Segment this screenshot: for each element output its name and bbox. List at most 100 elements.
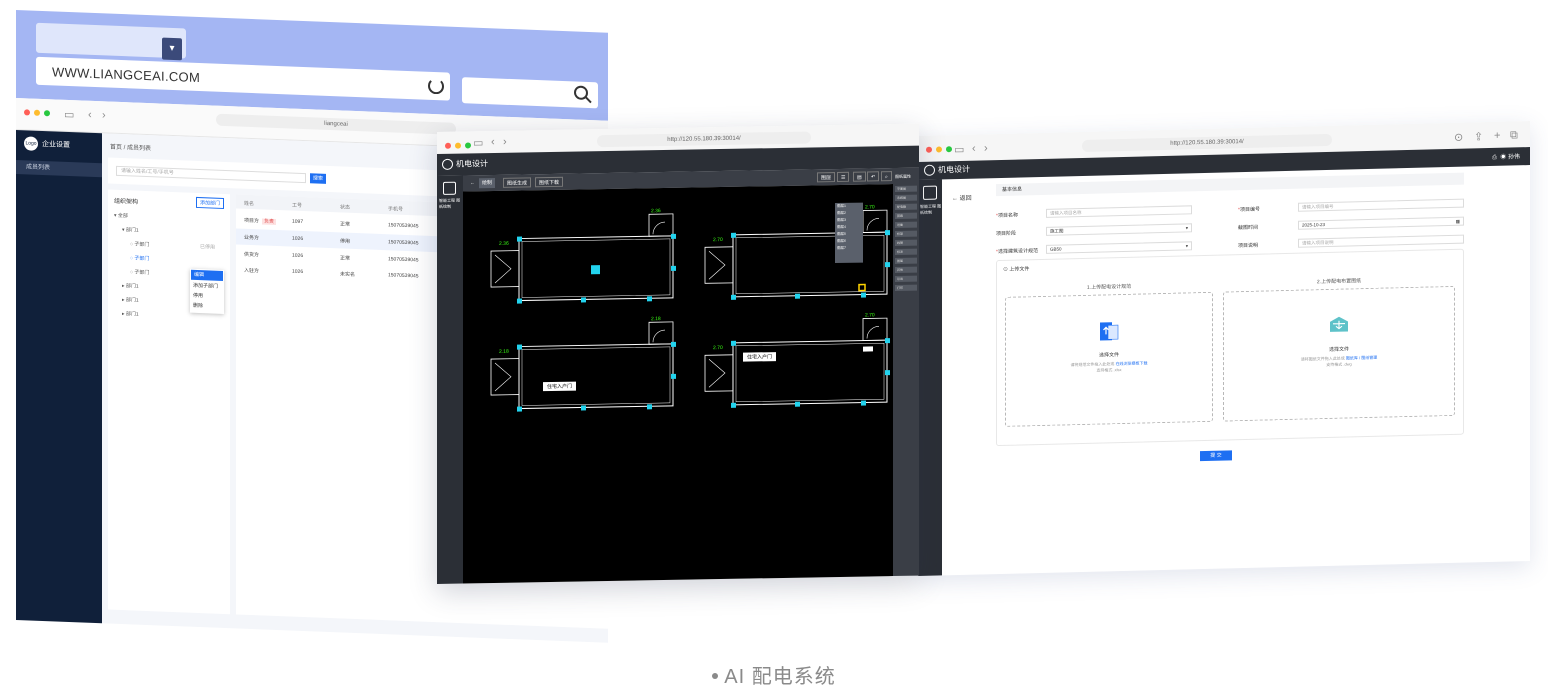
panel-item[interactable]: 导出 [895, 275, 917, 283]
minimize-dot[interactable] [34, 109, 40, 116]
undo-icon[interactable]: ↶ [867, 171, 880, 182]
tree-node[interactable]: ▾ 全部 [114, 212, 128, 220]
back-button[interactable]: ← 返回 [952, 193, 972, 202]
submit-button[interactable]: 提 交 [1200, 450, 1232, 462]
grid-icon[interactable]: ▤ [853, 171, 866, 182]
back-icon[interactable]: ‹ [972, 143, 976, 155]
sidebar: 智能工程 图纸绘制 [918, 179, 942, 576]
tabs-icon[interactable]: ⧉ [1510, 129, 1518, 142]
table-row[interactable]: 入驻方 [244, 267, 259, 275]
maximize-dot[interactable] [44, 110, 50, 117]
cell-id: 1097 [292, 218, 304, 226]
stair-block [648, 213, 674, 237]
project-desc-input[interactable]: 请输入项目说明 [1298, 234, 1464, 248]
node-marker [517, 344, 522, 350]
forward-icon[interactable]: › [984, 142, 988, 154]
minimize-dot[interactable] [936, 146, 942, 153]
panel-item[interactable]: 其他 [895, 266, 917, 274]
panel-item[interactable]: 设备 [895, 221, 917, 229]
date-picker[interactable]: 2025-10-23 ▦ [1298, 216, 1464, 230]
table-row[interactable]: 项目方 负责 [244, 217, 277, 225]
refresh-icon[interactable] [428, 77, 444, 95]
list-icon[interactable]: ☰ [837, 171, 850, 183]
search-icon[interactable] [574, 85, 588, 100]
back-icon[interactable]: ‹ [88, 109, 92, 121]
panel-item[interactable]: 线管 [895, 239, 917, 247]
maximize-dot[interactable] [465, 142, 471, 149]
tab-url[interactable]: http://120.55.180.39:30014/ [1082, 133, 1332, 152]
home-icon[interactable] [443, 181, 456, 195]
close-dot[interactable] [24, 109, 30, 116]
user-menu[interactable]: ⎙ ◉ 孙伟 [1492, 151, 1520, 162]
tree-node[interactable]: ▸ 部门1 [122, 282, 139, 290]
room-tag[interactable]: 住宅入户门 [743, 352, 777, 362]
close-dot[interactable] [926, 146, 932, 153]
menu-item-edit[interactable]: 编辑 [191, 269, 223, 281]
sidebar-toggle-icon[interactable]: ▭ [64, 108, 74, 121]
project-name-input[interactable]: 请输入项目名称 [1046, 205, 1192, 218]
layer-item[interactable]: 图层7 [835, 245, 863, 252]
tree-node[interactable]: ▾ 部门1 [122, 226, 139, 234]
home-icon[interactable] [923, 185, 937, 200]
panel-item[interactable]: 图层 [895, 257, 917, 265]
panel-item[interactable]: 标注 [895, 248, 917, 256]
tab-url[interactable]: http://120.55.180.39:30014/ [597, 131, 811, 148]
upload-drawing-dropzone[interactable]: 2.上传配电布置图纸 选择文件 请将图纸文件拖入此处或 图纸库 / 图纸管理 支持… [1223, 278, 1455, 422]
node-marker [581, 297, 586, 303]
search-button[interactable]: 搜索 [310, 173, 326, 184]
project-code-input[interactable]: 请输入项目编号 [1298, 198, 1464, 212]
sidebar-toggle-icon[interactable]: ▭ [473, 136, 483, 149]
close-dot[interactable] [445, 142, 451, 149]
new-tab-icon[interactable]: + [1494, 130, 1500, 142]
logo-icon [442, 158, 453, 170]
chevron-down-icon[interactable]: ▾ [162, 37, 182, 61]
tool-generate[interactable]: 图纸生成 [503, 177, 532, 188]
sidebar-item-members[interactable]: 成员列表 [16, 160, 102, 178]
panel-item[interactable]: 打印 [895, 284, 917, 292]
panel-item[interactable]: 平面图 [895, 185, 917, 193]
download-icon[interactable]: ⊙ [1454, 131, 1463, 144]
cad-canvas[interactable]: 2.36 2.36 2.70 2.70 2.18 2.18 2.70 2.70 图层1 图层2… [463, 184, 893, 584]
sidebar-toggle-icon[interactable]: ▭ [954, 143, 964, 156]
layer-button[interactable]: 图层 [817, 172, 836, 183]
table-row[interactable]: 业务方 [244, 234, 259, 242]
forward-icon[interactable]: › [503, 136, 507, 148]
tree-node[interactable]: ▸ 部门1 [122, 310, 139, 318]
panel-item[interactable]: 系统图 [895, 194, 917, 202]
tree-node[interactable]: ◌ 子部门 [130, 268, 149, 276]
back-arrow-icon[interactable]: ← [467, 178, 478, 188]
cad-drawing[interactable]: 2.36 2.36 2.70 2.70 2.18 2.18 2.70 2.70 [463, 184, 893, 584]
door-block [704, 354, 734, 392]
upload-standard-dropzone[interactable]: 1.上传配电设计规范 选择文件 请将规范文件拖入此处或 在线浏览模板下载 支持格式… [1005, 284, 1213, 427]
panel-item[interactable]: 桥架 [895, 230, 917, 238]
zoom-icon[interactable]: ⌕ [881, 171, 892, 182]
panel-item[interactable]: 配电箱 [895, 203, 917, 211]
room-tag[interactable]: 住宅入户门 [543, 381, 577, 392]
minimize-dot[interactable] [455, 142, 461, 149]
sidebar-label[interactable]: 智能工程 图纸绘制 [439, 198, 463, 210]
field-label: 项目说明 [1238, 242, 1259, 250]
device-marker [591, 265, 600, 275]
tree-node[interactable]: ▸ 部门1 [122, 296, 139, 304]
search-field[interactable] [462, 77, 598, 109]
forward-icon[interactable]: › [102, 109, 106, 121]
tool-download[interactable]: 图纸下载 [535, 176, 564, 188]
share-icon[interactable]: ⇪ [1474, 130, 1483, 143]
maximize-dot[interactable] [946, 146, 952, 153]
tab-url[interactable]: liangceai [216, 113, 456, 135]
panel-item[interactable]: 回路 [895, 212, 917, 220]
sidebar-label[interactable]: 智能工程 图纸绘制 [920, 203, 942, 216]
tool-draw[interactable]: 绘制 [479, 177, 496, 189]
add-dept-button[interactable]: 添加部门 [195, 196, 224, 209]
table-row[interactable]: 供货方 [244, 251, 259, 259]
back-icon[interactable]: ‹ [491, 136, 495, 148]
design-standard-select[interactable]: GB50 ▾ [1046, 241, 1192, 254]
menu-item-delete[interactable]: 删除 [190, 301, 224, 312]
search-input[interactable]: 请输入姓名/工号/手机号 [116, 165, 306, 184]
node-marker [671, 233, 676, 239]
url-field[interactable]: WWW.LIANGCEAI.COM [36, 56, 450, 101]
project-stage-select[interactable]: 施工图 ▾ [1046, 223, 1192, 236]
tree-node-selected[interactable]: ◌ 子部门 [130, 254, 149, 262]
cell-id: 1026 [292, 268, 304, 276]
tree-node[interactable]: ◌ 子部门 [130, 240, 149, 248]
